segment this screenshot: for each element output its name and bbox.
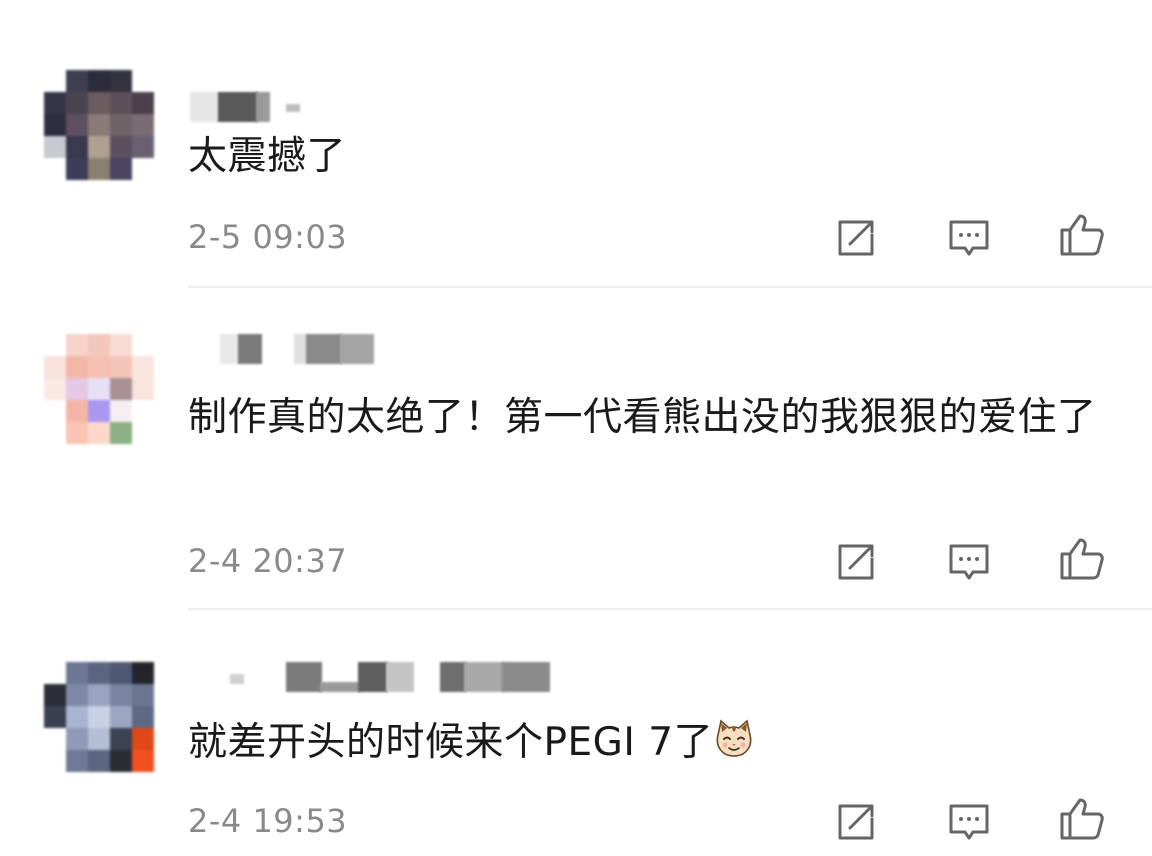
- share-button[interactable]: [832, 538, 880, 586]
- divider: [188, 608, 1152, 610]
- username-redacted[interactable]: [190, 662, 550, 692]
- like-button[interactable]: [1058, 534, 1106, 582]
- comment-bubble-icon: [949, 220, 989, 256]
- comment-text: 制作真的太绝了！第一代看熊出没的我狠狠的爱住了: [188, 395, 1097, 440]
- share-button[interactable]: [832, 798, 880, 846]
- share-button[interactable]: [832, 214, 880, 262]
- comment-bubble-icon: [949, 544, 989, 580]
- comment-bubble-icon: [949, 804, 989, 840]
- like-button[interactable]: [1058, 210, 1106, 258]
- thumbs-up-icon: [1060, 538, 1104, 580]
- comment-text: 太震撼了: [188, 134, 347, 179]
- avatar[interactable]: [44, 70, 154, 180]
- like-button[interactable]: [1058, 794, 1106, 842]
- reply-button[interactable]: [945, 214, 993, 262]
- share-square-arrow-icon: [838, 544, 874, 580]
- avatar[interactable]: [44, 662, 154, 772]
- share-square-arrow-icon: [838, 804, 874, 840]
- share-square-arrow-icon: [838, 220, 874, 256]
- reply-button[interactable]: [945, 798, 993, 846]
- reply-button[interactable]: [945, 538, 993, 586]
- comment-timestamp: 2-5 09:03: [188, 218, 348, 256]
- thumbs-up-icon: [1060, 798, 1104, 840]
- comment-text: 就差开头的时候来个PEGI 7了: [188, 710, 1118, 776]
- comment-text-content: 就差开头的时候来个PEGI 7了: [188, 720, 714, 765]
- username-redacted[interactable]: [190, 334, 390, 364]
- cat-face-emoji: [716, 719, 752, 757]
- avatar[interactable]: [44, 334, 154, 444]
- comment-timestamp: 2-4 19:53: [188, 802, 348, 840]
- username-redacted[interactable]: [190, 92, 320, 122]
- divider: [188, 286, 1152, 288]
- thumbs-up-icon: [1060, 214, 1104, 256]
- comment-timestamp: 2-4 20:37: [188, 542, 348, 580]
- comment-list: 太震撼了 2-5 09:03 制作真的太绝了！第一代看熊出没的我狠狠的爱住了 2…: [0, 0, 1152, 856]
